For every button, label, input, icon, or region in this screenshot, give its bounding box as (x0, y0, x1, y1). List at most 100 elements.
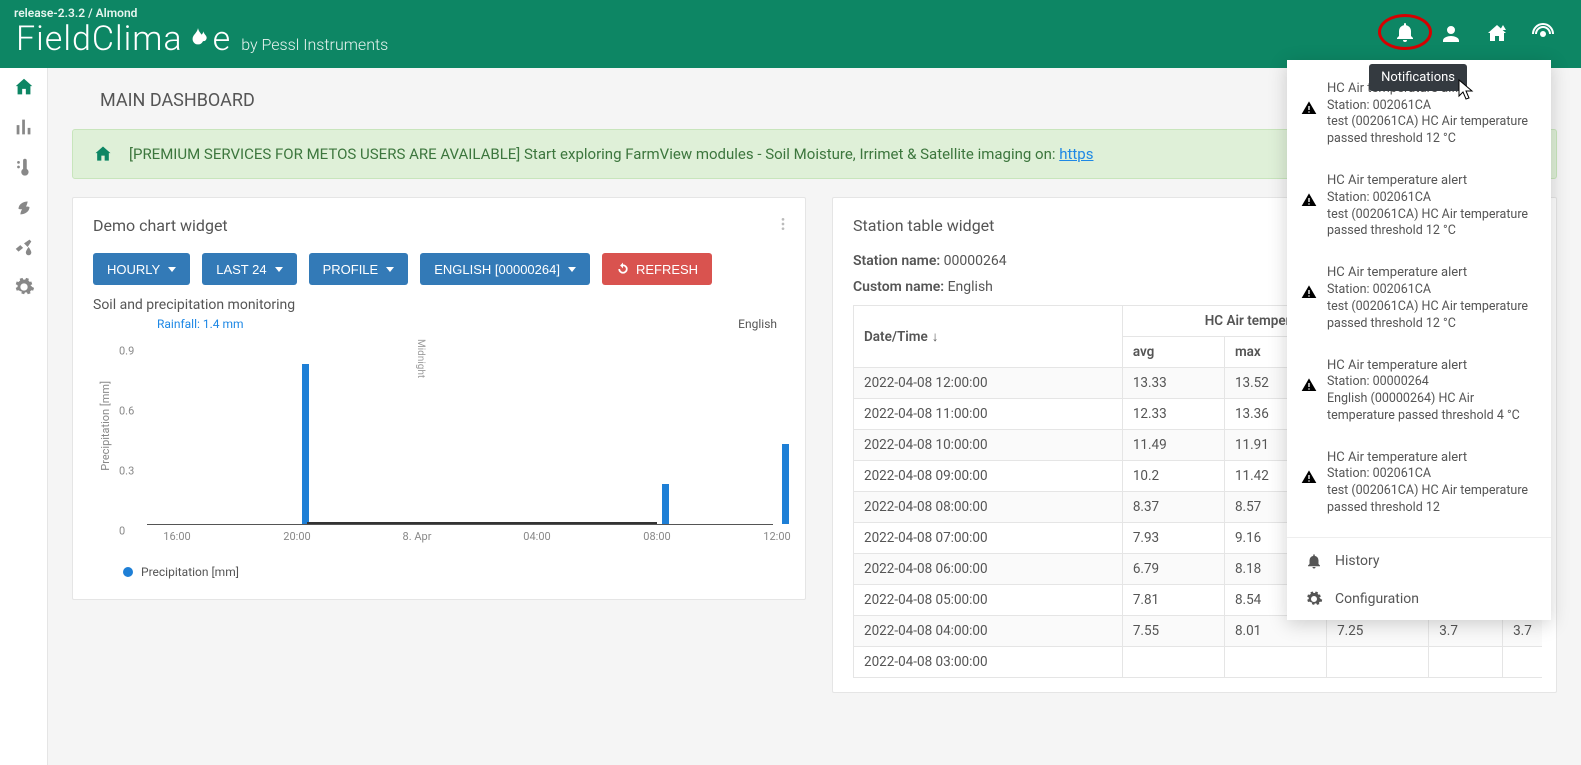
top-icons (1393, 20, 1565, 48)
cell (1122, 647, 1224, 678)
kebab-icon[interactable] (775, 216, 791, 232)
bell-icon (1305, 552, 1323, 570)
banner-text: [PREMIUM SERVICES FOR METOS USERS ARE AV… (129, 145, 1093, 163)
notification-station: Station: 00000264 (1327, 374, 1537, 391)
cell: 2022-04-08 05:00:00 (854, 585, 1123, 616)
table-row[interactable]: 2022-04-08 04:00:007.558.017.253.73.70.2… (854, 616, 1543, 647)
station-name-label: Station name: (853, 253, 944, 269)
house-icon (91, 144, 115, 164)
y-tick: 0.6 (119, 405, 134, 418)
notification-body: test (002061CA) HC Air temperature passe… (1327, 207, 1537, 241)
y-axis-label: Precipitation [mm] (99, 381, 112, 471)
cell (1224, 647, 1326, 678)
notification-body: test (002061CA) HC Air temperature passe… (1327, 299, 1537, 333)
legend-dot-icon (123, 567, 133, 577)
cell: 7.55 (1122, 616, 1224, 647)
axes: 00.30.60.916:0020:008. Apr04:0008:0012:0… (147, 333, 773, 525)
notification-body: test (002061CA) HC Air temperature passe… (1327, 483, 1537, 517)
cell: 2022-04-08 12:00:00 (854, 368, 1123, 399)
brand-text-b: e (213, 19, 232, 59)
profile-label: PROFILE (323, 262, 379, 277)
x-tick: 12:00 (763, 530, 790, 543)
notification-item[interactable]: HC Air temperature alertStation: 002061C… (1287, 439, 1551, 531)
cell: 2022-04-08 10:00:00 (854, 430, 1123, 461)
cell: 8.01 (1224, 616, 1326, 647)
broadcast-icon[interactable] (1531, 22, 1555, 46)
bar[interactable] (302, 364, 309, 524)
cell: 2022-04-08 11:00:00 (854, 399, 1123, 430)
last24-button[interactable]: LAST 24 (202, 253, 296, 285)
x-tick: 04:00 (523, 530, 550, 543)
notification-station: Station: 002061CA (1327, 190, 1537, 207)
y-tick: 0 (119, 525, 125, 538)
station-label: ENGLISH [00000264] (434, 262, 560, 277)
watering-icon[interactable] (13, 236, 35, 258)
notifications-button[interactable] (1393, 20, 1417, 48)
configuration-link[interactable]: Configuration (1287, 580, 1551, 618)
caret-icon (168, 267, 176, 272)
history-link[interactable]: History (1287, 542, 1551, 580)
table-row[interactable]: 2022-04-08 03:00:00 (854, 647, 1543, 678)
house-alert-icon[interactable] (1485, 22, 1509, 46)
cell: 11.49 (1122, 430, 1224, 461)
bar[interactable] (782, 444, 789, 524)
chart-widget-title: Demo chart widget (93, 216, 785, 235)
bar[interactable] (662, 484, 669, 524)
cell: 8.37 (1122, 492, 1224, 523)
notification-item[interactable]: HC Air temperature alertStation: 0000026… (1287, 347, 1551, 439)
station-button[interactable]: ENGLISH [00000264] (420, 253, 590, 285)
cell: 6.79 (1122, 554, 1224, 585)
notification-title: HC Air temperature alert (1327, 449, 1537, 467)
notifications-tooltip: Notifications (1369, 64, 1467, 91)
banner-link[interactable]: https (1059, 145, 1093, 163)
cell: 2022-04-08 08:00:00 (854, 492, 1123, 523)
hourly-label: HOURLY (107, 262, 160, 277)
chart-legend: Precipitation [mm] (123, 565, 785, 579)
leaves-icon[interactable] (13, 196, 35, 218)
custom-name-label: Custom name: (853, 279, 948, 295)
cell: 3.7 (1503, 616, 1542, 647)
chart-plot[interactable]: Rainfall: 1.4 mm English Precipitation [… (117, 321, 785, 551)
warning-icon (1301, 284, 1317, 300)
refresh-button[interactable]: REFRESH (602, 253, 712, 285)
x-tick: 08:00 (643, 530, 670, 543)
user-icon[interactable] (1439, 22, 1463, 46)
chart-widget: Demo chart widget HOURLY LAST 24 PROFILE… (72, 197, 806, 600)
col-avg[interactable]: avg (1122, 337, 1224, 368)
notifications-panel: HC Air temperature a...Station: 002061CA… (1287, 60, 1551, 620)
notification-item[interactable]: HC Air temperature alertStation: 002061C… (1287, 254, 1551, 346)
brand: FieldClima e by Pessl Instruments (16, 19, 388, 59)
cell: 2022-04-08 03:00:00 (854, 647, 1123, 678)
zero-line (307, 522, 657, 524)
brand-logo: FieldClima e (16, 19, 231, 59)
col-datetime[interactable]: Date/Time↓ (854, 306, 1123, 368)
notification-station: Station: 002061CA (1327, 98, 1537, 115)
legend-label: Precipitation [mm] (141, 565, 239, 579)
cell (1503, 647, 1542, 678)
last24-label: LAST 24 (216, 262, 266, 277)
cell: 10.2 (1122, 461, 1224, 492)
thermometer-icon[interactable] (13, 156, 35, 178)
bell-icon (1393, 20, 1417, 44)
notification-item[interactable]: HC Air temperature alertStation: 002061C… (1287, 162, 1551, 254)
cell (1429, 647, 1503, 678)
caret-icon (568, 267, 576, 272)
leaf-icon (185, 26, 211, 52)
gear-icon[interactable] (13, 276, 35, 298)
side-nav (0, 68, 48, 765)
gear-icon (1305, 590, 1323, 608)
home-icon[interactable] (13, 76, 35, 98)
warning-icon (1301, 100, 1317, 116)
brand-subtitle: by Pessl Instruments (241, 35, 388, 54)
configuration-label: Configuration (1335, 591, 1419, 607)
cell: 13.33 (1122, 368, 1224, 399)
cell (1327, 647, 1429, 678)
bar-chart-icon[interactable] (13, 116, 35, 138)
baseline (147, 524, 773, 525)
cell: 2022-04-08 09:00:00 (854, 461, 1123, 492)
profile-button[interactable]: PROFILE (309, 253, 409, 285)
cell: 7.93 (1122, 523, 1224, 554)
hourly-button[interactable]: HOURLY (93, 253, 190, 285)
cell: 2022-04-08 06:00:00 (854, 554, 1123, 585)
cell: 2022-04-08 07:00:00 (854, 523, 1123, 554)
